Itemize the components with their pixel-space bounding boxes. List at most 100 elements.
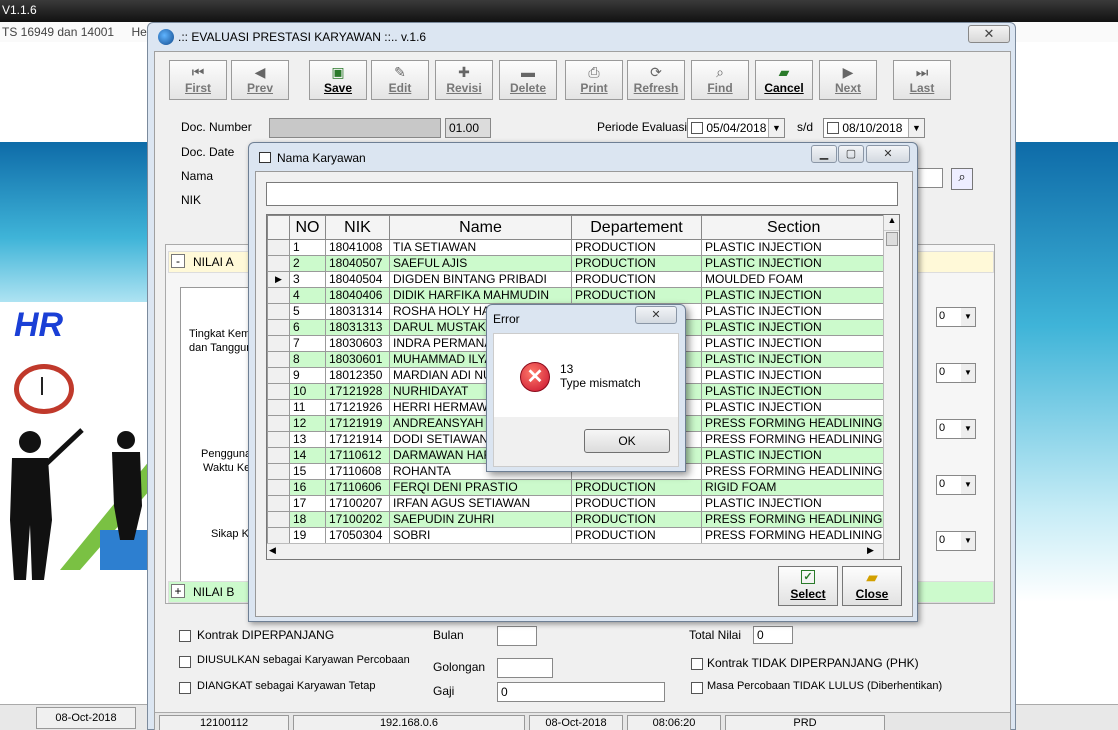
bulan-input[interactable] [497,626,537,646]
search-icon[interactable]: ⌕ [951,168,973,190]
table-row[interactable]: 18 17100202 SAEPUDIN ZUHRI PRODUCTION PRESS … [267,511,887,528]
first-button[interactable]: ⏮ First [169,60,227,100]
status-date: 08-Oct-2018 [36,707,136,729]
select-button[interactable]: ✓ Select [778,566,838,606]
status-db: PRD [725,715,885,730]
diusulkan-checkbox[interactable] [179,656,191,668]
select-button-label: Select [790,587,826,601]
clock-icon [14,364,74,414]
table-row[interactable]: 16 17110606 FERQI DENI PRASTIO PRODUCTION RI… [267,479,887,496]
nama-label: Nama [181,169,214,183]
scroll-left-icon[interactable]: ◀ [269,545,276,556]
error-title: Error [493,312,520,326]
close-button[interactable]: ▰ Close [842,566,902,606]
table-cell: 8 [289,351,326,368]
table-cell: RIGID FOAM [700,479,887,496]
table-cell: IRFAN AGUS SETIAWAN [389,495,572,512]
kontrak-diperpanjang-checkbox[interactable] [179,630,191,642]
diangkat-checkbox[interactable] [179,682,191,694]
table-cell: 17110606 [325,479,390,496]
table-row[interactable]: 4 18040406 DIDIK HARFIKA MAHMUDIN PRODUCTIO… [267,287,887,304]
chevron-down-icon[interactable]: ▼ [768,119,784,137]
refresh-button[interactable]: ⟳ Refresh [627,60,685,100]
chevron-down-icon[interactable]: ▼ [961,364,975,382]
column-header[interactable]: Section [700,215,887,240]
golongan-input[interactable] [497,658,553,678]
periode-to-check[interactable] [827,122,839,134]
table-cell: 18031313 [325,319,390,336]
kontrak-tidak-label: Kontrak TIDAK DIPERPANJANG (PHK) [707,656,919,670]
periode-from-date[interactable]: 05/04/2018 ▼ [687,118,785,138]
window-close-button[interactable]: ✕ [968,25,1010,43]
expand-toggle[interactable]: + [171,584,185,598]
score-select[interactable]: 0 ▼ [936,307,976,327]
maximize-button[interactable]: ▢ [838,145,864,163]
chevron-down-icon[interactable]: ▼ [961,476,975,494]
table-cell: 1 [289,239,326,256]
table-row[interactable]: 1 18041008 TIA SETIAWAN PRODUCTION PLASTIC I… [267,239,887,256]
chevron-down-icon[interactable]: ▼ [908,119,924,137]
minimize-button[interactable]: ▁ [811,145,837,163]
table-cell: 17050304 [325,527,390,544]
score-select[interactable]: 0 ▼ [936,363,976,383]
table-cell: 17121926 [325,399,390,416]
find-button[interactable]: ⌕ Find [691,60,749,100]
next-button[interactable]: ▶ Next [819,60,877,100]
ok-button[interactable]: OK [584,429,670,453]
table-cell: 10 [289,383,326,400]
delete-button[interactable]: ▬ Delete [499,60,557,100]
horizontal-scrollbar[interactable]: ◀ ▶ [267,543,883,559]
row-indicator [267,431,290,448]
menu-item-ts[interactable]: TS 16949 dan 14001 [2,25,114,39]
table-cell: PRODUCTION [571,511,702,528]
kontrak-tidak-checkbox[interactable] [691,658,703,670]
column-header[interactable]: NO [289,215,326,240]
table-cell: 17121928 [325,383,390,400]
background-banner-right [1016,142,1118,602]
column-header[interactable]: Departement [571,215,702,240]
table-row[interactable]: 19 17050304 SOBRI PRODUCTION PRESS FORMING H… [267,527,887,544]
gaji-input[interactable]: 0 [497,682,665,702]
table-cell: 18030603 [325,335,390,352]
periode-to-date[interactable]: 08/10/2018 ▼ [823,118,925,138]
prev-button[interactable]: ◀ Prev [231,60,289,100]
table-row[interactable]: 17 17100207 IRFAN AGUS SETIAWAN PRODUCTION P… [267,495,887,512]
error-close-button[interactable]: ✕ [635,306,677,324]
collapse-toggle[interactable]: - [171,254,185,268]
dialog-close-button[interactable]: ✕ [866,145,910,163]
table-row[interactable]: ▶ 3 18040504 DIGDEN BINTANG PRIBADI PRODUCTI… [267,271,887,288]
table-cell: 4 [289,287,326,304]
vertical-scrollbar[interactable]: ▲ [883,215,899,559]
bulan-label: Bulan [433,628,464,642]
table-cell: 6 [289,319,326,336]
chevron-down-icon[interactable]: ▼ [961,532,975,550]
table-cell: MOULDED FOAM [700,271,887,288]
save-button[interactable]: ▣ Save [309,60,367,100]
chevron-down-icon[interactable]: ▼ [961,420,975,438]
scroll-thumb[interactable] [886,232,898,246]
masa-percobaan-checkbox[interactable] [691,682,703,694]
search-field[interactable] [915,168,943,188]
periode-from-check[interactable] [691,122,703,134]
score-select[interactable]: 0 ▼ [936,475,976,495]
print-button[interactable]: ⎙ Print [565,60,623,100]
kontrak-diperpanjang-label: Kontrak DIPERPANJANG [197,628,335,642]
scroll-up-icon[interactable]: ▲ [884,215,899,231]
scroll-right-icon[interactable]: ▶ [867,545,874,556]
doc-number-input[interactable] [269,118,441,138]
revisi-icon: ✚ [458,64,470,80]
total-nilai-input[interactable]: 0 [753,626,793,644]
column-header[interactable]: NIK [325,215,390,240]
cancel-button[interactable]: ▰ Cancel [755,60,813,100]
score-select[interactable]: 0 ▼ [936,531,976,551]
score-select[interactable]: 0 ▼ [936,419,976,439]
employee-search-input[interactable] [266,182,898,206]
row-indicator [267,239,290,256]
revisi-button[interactable]: ✚ Revisi [435,60,493,100]
chevron-down-icon[interactable]: ▼ [961,308,975,326]
error-footer: OK [493,417,679,467]
edit-button[interactable]: ✎ Edit [371,60,429,100]
column-header[interactable]: Name [389,215,572,240]
last-button[interactable]: ⏭ Last [893,60,951,100]
table-row[interactable]: 2 18040507 SAEFUL AJIS PRODUCTION PLASTIC IN… [267,255,887,272]
